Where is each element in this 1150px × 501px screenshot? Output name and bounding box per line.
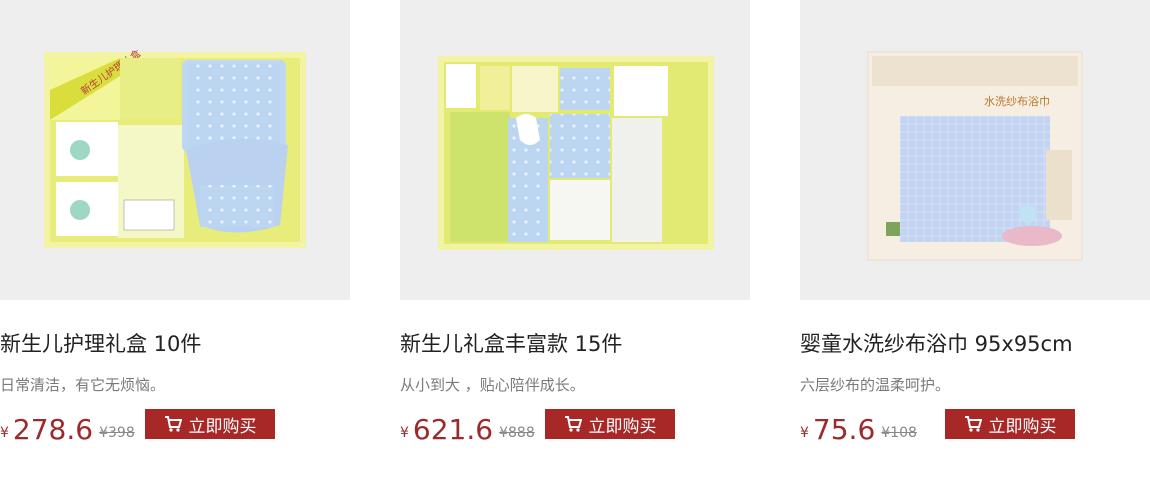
cart-icon bbox=[564, 416, 582, 432]
product-image[interactable] bbox=[400, 0, 750, 300]
product-image[interactable]: 水洗纱布浴巾 bbox=[800, 0, 1150, 300]
currency-symbol: ¥ bbox=[800, 425, 809, 441]
gift-box-illustration bbox=[438, 56, 714, 250]
sale-price: 621.6 bbox=[412, 413, 494, 446]
product-title[interactable]: 新生儿礼盒丰富款 15件 bbox=[400, 330, 750, 358]
product-card: 新生儿护理礼盒 新生儿护理礼盒 10件 日常清洁，有它无烦恼。 ¥ 278.6 … bbox=[0, 0, 350, 447]
product-card: 新生儿礼盒丰富款 15件 从小到大 ，贴心陪伴成长。 ¥ 621.6 ¥888 … bbox=[400, 0, 750, 447]
buy-now-button[interactable]: 立即购买 bbox=[545, 409, 675, 439]
buy-now-label: 立即购买 bbox=[588, 416, 657, 436]
product-card: 水洗纱布浴巾 婴童水洗纱布浴巾 95x95cm 六层纱布的温柔呵护。 ¥ 75.… bbox=[800, 0, 1150, 447]
product-desc: 日常清洁，有它无烦恼。 bbox=[0, 376, 166, 394]
product-desc: 六层纱布的温柔呵护。 bbox=[800, 376, 951, 394]
product-image[interactable]: 新生儿护理礼盒 bbox=[0, 0, 350, 300]
price-row: ¥ 278.6 ¥398 立即购买 bbox=[0, 407, 350, 447]
product-title[interactable]: 婴童水洗纱布浴巾 95x95cm bbox=[800, 330, 1150, 358]
cart-icon bbox=[164, 416, 182, 432]
cart-icon bbox=[964, 416, 982, 432]
currency-symbol: ¥ bbox=[400, 425, 409, 441]
buy-now-button[interactable]: 立即购买 bbox=[945, 409, 1075, 439]
buy-now-label: 立即购买 bbox=[188, 416, 257, 436]
sale-price: 75.6 bbox=[812, 413, 876, 446]
buy-now-label: 立即购买 bbox=[988, 416, 1057, 436]
product-desc: 从小到大 ，贴心陪伴成长。 bbox=[400, 376, 585, 394]
original-price: ¥398 bbox=[99, 425, 135, 441]
original-price: ¥108 bbox=[881, 425, 917, 441]
product-grid: 新生儿护理礼盒 新生儿护理礼盒 10件 日常清洁，有它无烦恼。 ¥ 278.6 … bbox=[0, 0, 1150, 501]
price-row: ¥ 75.6 ¥108 立即购买 bbox=[800, 407, 1150, 447]
original-price: ¥888 bbox=[499, 425, 535, 441]
price-row: ¥ 621.6 ¥888 立即购买 bbox=[400, 407, 750, 447]
gift-box-illustration: 新生儿护理礼盒 bbox=[44, 47, 306, 248]
product-title[interactable]: 新生儿护理礼盒 10件 bbox=[0, 330, 350, 358]
sale-price: 278.6 bbox=[12, 413, 94, 446]
towel-box-illustration: 水洗纱布浴巾 bbox=[867, 51, 1083, 261]
box-label: 水洗纱布浴巾 bbox=[984, 94, 1050, 108]
currency-symbol: ¥ bbox=[0, 425, 9, 441]
buy-now-button[interactable]: 立即购买 bbox=[145, 409, 275, 439]
